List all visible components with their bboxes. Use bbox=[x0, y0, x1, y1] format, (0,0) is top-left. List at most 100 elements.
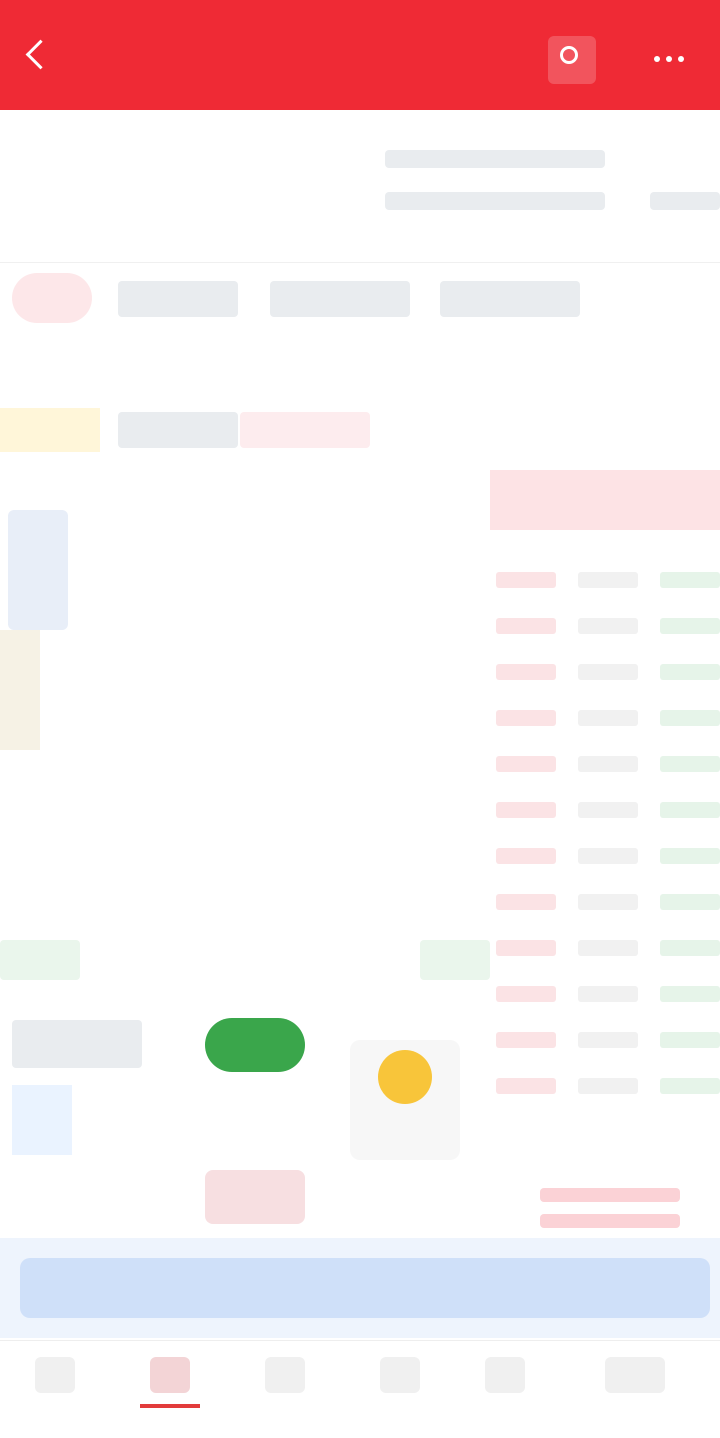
order-book-row[interactable] bbox=[496, 1066, 720, 1106]
trade-label bbox=[360, 1120, 450, 1146]
order-book-chg bbox=[660, 940, 720, 956]
order-book-chg bbox=[660, 618, 720, 634]
info-tab-bar-2[interactable] bbox=[270, 281, 410, 317]
order-book-price bbox=[496, 940, 556, 956]
chart-legend-left bbox=[0, 940, 80, 980]
order-book-vol bbox=[578, 1078, 638, 1094]
order-book-chg bbox=[660, 756, 720, 772]
order-book-row[interactable] bbox=[496, 560, 720, 600]
order-book-price bbox=[496, 848, 556, 864]
order-book-row[interactable] bbox=[496, 1020, 720, 1060]
order-book-chg bbox=[660, 664, 720, 680]
tab-6[interactable] bbox=[600, 355, 710, 389]
nav-item-6[interactable] bbox=[560, 1357, 710, 1427]
nav-item-2[interactable] bbox=[115, 1357, 225, 1427]
order-book-chg bbox=[660, 1032, 720, 1048]
nav-icon-3 bbox=[265, 1357, 305, 1393]
order-book-chg bbox=[660, 1078, 720, 1094]
order-book-vol bbox=[578, 664, 638, 680]
order-book-chg bbox=[660, 710, 720, 726]
order-book-price bbox=[496, 572, 556, 588]
order-book-vol bbox=[578, 986, 638, 1002]
order-book-price bbox=[496, 986, 556, 1002]
bottom-nav bbox=[0, 1340, 720, 1438]
order-book-chg bbox=[660, 894, 720, 910]
stat-bar-1 bbox=[385, 150, 605, 168]
order-book-price bbox=[496, 894, 556, 910]
chart-area[interactable] bbox=[0, 470, 490, 1010]
back-button[interactable] bbox=[25, 38, 100, 72]
order-book-chg bbox=[660, 572, 720, 588]
tab-5[interactable] bbox=[435, 355, 535, 389]
search-button[interactable] bbox=[548, 36, 596, 84]
stat-1 bbox=[170, 146, 260, 176]
more-icon bbox=[654, 56, 660, 62]
order-book-row[interactable] bbox=[496, 836, 720, 876]
last-price bbox=[8, 146, 158, 206]
order-book-vol bbox=[578, 940, 638, 956]
stat-2 bbox=[280, 146, 370, 176]
info-tab-bar-3[interactable] bbox=[440, 281, 580, 317]
nav-icon-5 bbox=[485, 1357, 525, 1393]
stat-4 bbox=[620, 146, 720, 176]
price-change bbox=[8, 212, 158, 240]
order-book-price bbox=[496, 802, 556, 818]
header-title-block bbox=[220, 12, 500, 92]
tab-3[interactable] bbox=[225, 355, 325, 389]
nav-item-5[interactable] bbox=[450, 1357, 560, 1427]
app-header bbox=[0, 0, 720, 110]
chart-tab-1[interactable] bbox=[0, 408, 100, 452]
order-book-vol bbox=[578, 618, 638, 634]
buy-button[interactable] bbox=[205, 1018, 305, 1072]
order-book-row[interactable] bbox=[496, 606, 720, 646]
promo-banner[interactable] bbox=[0, 1238, 720, 1338]
order-book-header bbox=[490, 470, 720, 530]
order-book-vol bbox=[578, 802, 638, 818]
order-book-row[interactable] bbox=[496, 882, 720, 922]
quote-panel bbox=[0, 120, 720, 260]
nav-icon-6 bbox=[605, 1357, 665, 1393]
order-book-vol bbox=[578, 710, 638, 726]
nav-item-1[interactable] bbox=[0, 1357, 110, 1427]
order-book-chg bbox=[660, 986, 720, 1002]
chevron-left-icon bbox=[25, 39, 56, 70]
order-book-row[interactable] bbox=[496, 698, 720, 738]
tab-2[interactable] bbox=[120, 355, 220, 389]
footer-bar-2 bbox=[540, 1214, 680, 1228]
period-tabs bbox=[0, 335, 720, 405]
order-book-vol bbox=[578, 572, 638, 588]
chart-tab-3[interactable] bbox=[240, 412, 370, 448]
nav-icon-1 bbox=[35, 1357, 75, 1393]
order-book-price bbox=[496, 618, 556, 634]
more-button[interactable] bbox=[640, 36, 696, 84]
tab-1[interactable] bbox=[10, 355, 110, 389]
info-tabs bbox=[0, 262, 720, 332]
order-book-row[interactable] bbox=[496, 744, 720, 784]
nav-active-indicator bbox=[140, 1404, 200, 1408]
trade-card[interactable] bbox=[350, 1040, 460, 1160]
nav-item-3[interactable] bbox=[230, 1357, 340, 1427]
order-book-row[interactable] bbox=[496, 790, 720, 830]
order-book-footer bbox=[540, 1188, 680, 1238]
info-tab-bar-1[interactable] bbox=[118, 281, 238, 317]
nav-item-4[interactable] bbox=[345, 1357, 455, 1427]
order-book-vol bbox=[578, 848, 638, 864]
banner-text bbox=[20, 1258, 710, 1318]
order-book-row[interactable] bbox=[496, 974, 720, 1014]
stock-avatar bbox=[12, 273, 92, 323]
order-book-row[interactable] bbox=[496, 652, 720, 692]
chart-tab-2[interactable] bbox=[118, 412, 238, 448]
stat-bar-2 bbox=[385, 192, 605, 210]
chart-legend-right bbox=[420, 940, 490, 980]
chart-side-marker-2 bbox=[0, 630, 40, 750]
nav-icon-4 bbox=[380, 1357, 420, 1393]
order-book-price bbox=[496, 756, 556, 772]
tab-4[interactable] bbox=[330, 355, 430, 389]
sell-button[interactable] bbox=[205, 1170, 305, 1224]
order-book-row[interactable] bbox=[496, 928, 720, 968]
chart-side-marker-1 bbox=[8, 510, 68, 630]
price-change-pct bbox=[150, 212, 250, 240]
order-book-price bbox=[496, 1078, 556, 1094]
order-book-price bbox=[496, 710, 556, 726]
status-icon bbox=[12, 1085, 72, 1155]
